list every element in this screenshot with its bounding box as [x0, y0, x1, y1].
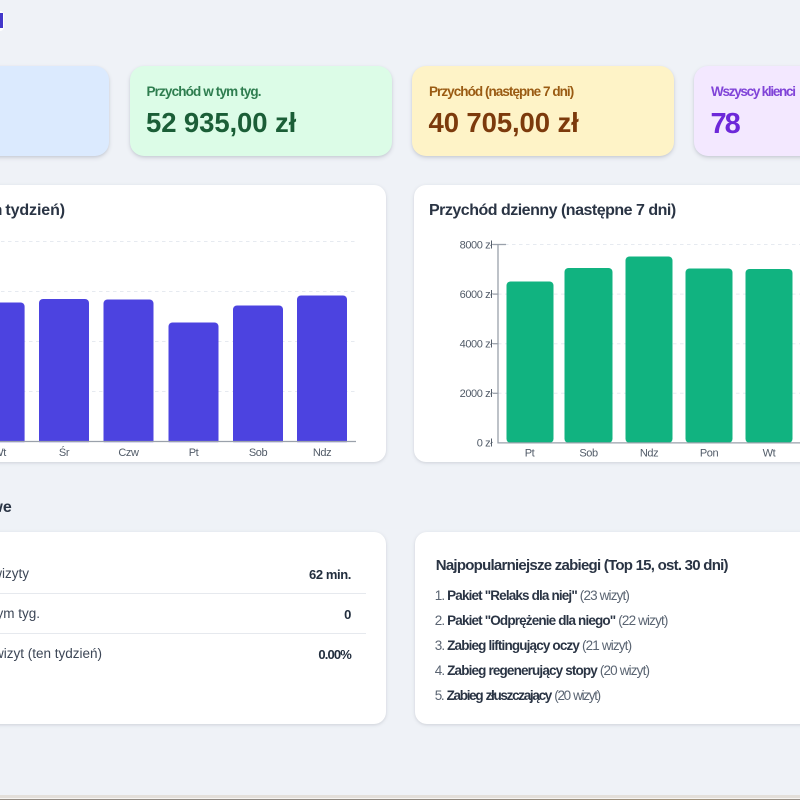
svg-text:Wt: Wt [763, 448, 776, 460]
svg-text:0 zł: 0 zł [477, 438, 493, 450]
svg-text:Sob: Sob [579, 448, 598, 460]
svg-text:Czw: Czw [118, 447, 139, 459]
svg-text:8000 zł: 8000 zł [460, 239, 494, 251]
svg-text:Pon: Pon [700, 448, 719, 460]
svg-text:Ndz: Ndz [313, 447, 331, 459]
svg-text:Ndz: Ndz [640, 448, 658, 460]
svg-text:Wt: Wt [0, 447, 6, 459]
svg-text:Pt: Pt [525, 448, 535, 460]
svg-text:4000 zł: 4000 zł [460, 339, 494, 351]
svg-text:Pt: Pt [189, 447, 199, 459]
svg-text:2000 zł: 2000 zł [460, 388, 494, 400]
svg-text:Śr: Śr [59, 446, 70, 459]
svg-text:6000 zł: 6000 zł [460, 289, 494, 301]
svg-text:Sob: Sob [249, 447, 268, 459]
